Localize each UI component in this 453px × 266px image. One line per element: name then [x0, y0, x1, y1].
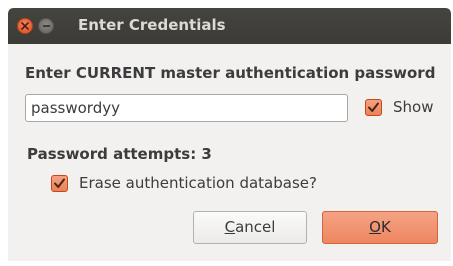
- checkmark-icon: [368, 102, 379, 112]
- ok-mnemonic: O: [369, 218, 381, 236]
- password-heading: Enter CURRENT master authentication pass…: [25, 64, 436, 82]
- erase-database-label[interactable]: Erase authentication database?: [79, 174, 317, 192]
- close-window-button[interactable]: [17, 18, 33, 34]
- title-bar: Enter Credentials: [8, 8, 451, 44]
- close-icon: [21, 22, 29, 30]
- password-input[interactable]: [25, 94, 348, 122]
- window-title: Enter Credentials: [78, 16, 226, 34]
- password-attempts-label: Password attempts: 3: [27, 145, 212, 163]
- cancel-label-rest: ancel: [235, 218, 276, 236]
- minimize-window-button[interactable]: [38, 18, 54, 34]
- ok-label-rest: K: [380, 218, 391, 236]
- minimize-icon: [43, 25, 50, 27]
- cancel-button[interactable]: Cancel: [193, 211, 307, 244]
- show-password-checkbox[interactable]: [365, 99, 382, 116]
- show-password-label[interactable]: Show: [393, 98, 433, 116]
- erase-database-checkbox[interactable]: [51, 175, 68, 192]
- checkmark-icon: [54, 178, 65, 188]
- ok-button[interactable]: OK: [322, 211, 438, 244]
- cancel-mnemonic: C: [224, 218, 236, 236]
